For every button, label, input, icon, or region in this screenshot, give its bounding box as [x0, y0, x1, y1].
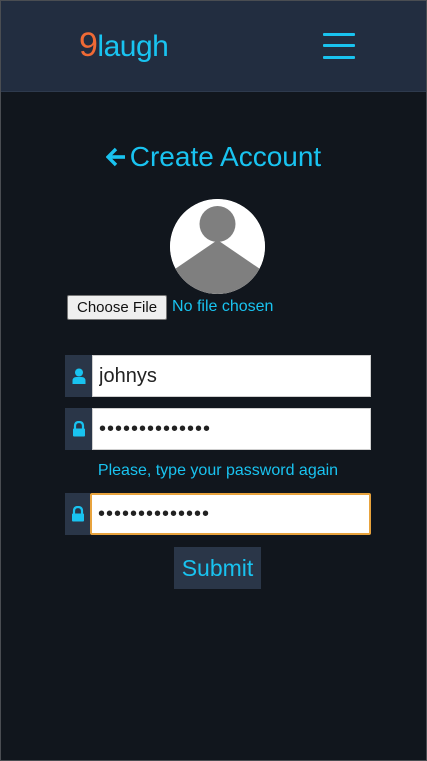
choose-file-button[interactable]: Choose File [67, 294, 168, 320]
password-input[interactable] [92, 408, 371, 450]
user-icon [65, 355, 92, 397]
brand-logo[interactable]: 9laugh [79, 25, 169, 67]
lock-icon [65, 493, 90, 535]
arrow-left-icon[interactable] [105, 147, 126, 167]
username-group [65, 355, 371, 397]
confirm-password-input[interactable] [90, 493, 371, 535]
brand-number: 9 [79, 26, 98, 64]
page-title-text: Create Account [129, 141, 322, 172]
app-frame: 9laugh Create Account Choose File No fil… [0, 0, 427, 761]
password-group [65, 408, 371, 450]
default-user-avatar-icon [170, 199, 265, 294]
lock-icon [65, 408, 92, 450]
confirm-password-hint: Please, type your password again [97, 462, 339, 479]
page-title: Create Account [1, 137, 426, 177]
submit-button[interactable]: Submit [174, 547, 261, 589]
brand-text: laugh [97, 30, 169, 63]
confirm-password-group [65, 493, 371, 535]
hamburger-menu-icon[interactable] [323, 31, 355, 61]
username-input[interactable] [92, 355, 371, 397]
file-input: Choose File No file chosen [67, 294, 273, 320]
file-status-text: No file chosen [172, 298, 274, 315]
top-navbar: 9laugh [1, 1, 426, 92]
